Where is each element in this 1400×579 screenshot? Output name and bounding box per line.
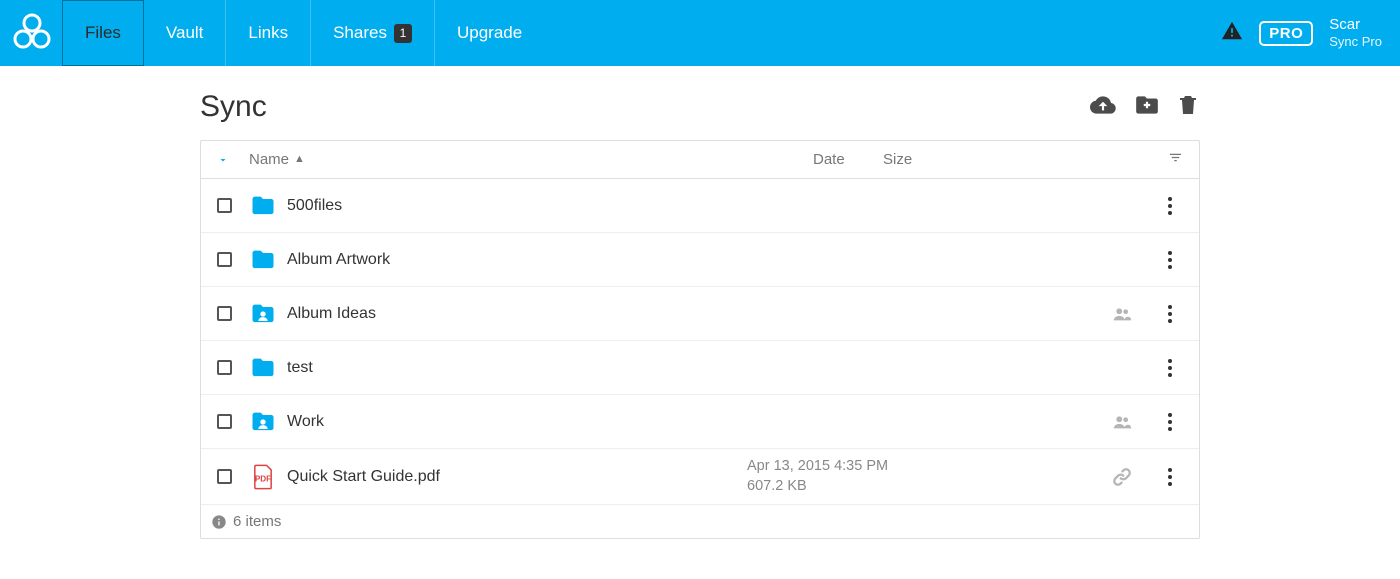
row-menu-button[interactable] — [1157, 358, 1183, 378]
file-name[interactable]: Album Ideas — [287, 305, 747, 323]
kebab-icon — [1167, 467, 1173, 487]
kebab-icon — [1167, 358, 1173, 378]
file-name[interactable]: Album Artwork — [287, 251, 747, 269]
row-checkbox — [217, 252, 249, 267]
row-indicator — [1087, 303, 1157, 325]
folder-icon — [249, 192, 287, 220]
column-name-label: Name — [249, 151, 289, 168]
filter-icon — [1168, 150, 1183, 165]
row-menu-button[interactable] — [1157, 467, 1183, 487]
page-actions — [1088, 92, 1200, 122]
pdf-icon — [249, 463, 287, 491]
shared-folder-icon — [249, 300, 287, 328]
row-menu-button[interactable] — [1157, 412, 1183, 432]
row-checkbox — [217, 414, 249, 429]
sync-logo-icon — [8, 9, 56, 57]
row-checkbox — [217, 469, 249, 484]
checkbox[interactable] — [217, 360, 232, 375]
file-name[interactable]: Quick Start Guide.pdf — [287, 468, 747, 486]
table-body: 500files Album Artwork Album Ideas test Work… — [201, 179, 1199, 505]
caret-down-icon — [217, 154, 229, 166]
new-folder-button[interactable] — [1132, 92, 1162, 122]
kebab-icon — [1167, 412, 1173, 432]
nav-shares-badge: 1 — [394, 24, 412, 43]
file-name[interactable]: 500files — [287, 197, 747, 215]
checkbox[interactable] — [217, 198, 232, 213]
topbar-right: PRO Scar Sync Pro — [1221, 16, 1382, 50]
row-indicator — [1087, 411, 1157, 433]
content: Sync N — [200, 66, 1200, 579]
row-indicator — [1087, 466, 1157, 488]
table-row: 500files — [201, 179, 1199, 233]
nav-upgrade-label: Upgrade — [457, 23, 522, 43]
topbar: Files Vault Links Shares 1 Upgrade PRO S… — [0, 0, 1400, 66]
column-name[interactable]: Name ▲ — [249, 151, 813, 168]
table-row: Album Artwork — [201, 233, 1199, 287]
cloud-upload-icon — [1088, 92, 1118, 118]
row-menu-button[interactable] — [1157, 196, 1183, 216]
trash-icon — [1176, 92, 1200, 118]
table-row: Work — [201, 395, 1199, 449]
shared-folder-icon — [249, 408, 287, 436]
user-name: Scar — [1329, 16, 1382, 34]
table-row: Album Ideas — [201, 287, 1199, 341]
nav-vault-label: Vault — [166, 23, 204, 43]
app-logo[interactable] — [8, 9, 56, 57]
file-date: Apr 13, 2015 4:35 PM — [747, 457, 1087, 477]
row-menu-button[interactable] — [1157, 250, 1183, 270]
row-checkbox — [217, 198, 249, 213]
checkbox[interactable] — [217, 414, 232, 429]
select-all-toggle[interactable] — [217, 154, 249, 166]
table-header: Name ▲ Date Size — [201, 141, 1199, 179]
nav-files[interactable]: Files — [62, 0, 144, 66]
info-icon — [211, 514, 227, 530]
column-date[interactable]: Date — [813, 151, 883, 168]
kebab-icon — [1167, 304, 1173, 324]
row-menu-button[interactable] — [1157, 304, 1183, 324]
table-row: test — [201, 341, 1199, 395]
sort-asc-icon: ▲ — [294, 153, 305, 165]
file-size: 607.2 KB — [747, 477, 1087, 497]
checkbox[interactable] — [217, 469, 232, 484]
user-plan: Sync Pro — [1329, 34, 1382, 50]
people-icon — [1108, 303, 1136, 325]
table-row: Quick Start Guide.pdfApr 13, 2015 4:35 P… — [201, 449, 1199, 505]
file-meta: Apr 13, 2015 4:35 PM607.2 KB — [747, 457, 1087, 496]
page-title: Sync — [200, 90, 267, 124]
nav-vault[interactable]: Vault — [144, 0, 227, 66]
kebab-icon — [1167, 196, 1173, 216]
row-checkbox — [217, 306, 249, 321]
file-name[interactable]: test — [287, 359, 747, 377]
filter-button[interactable] — [1168, 150, 1183, 169]
nav-shares-label: Shares — [333, 23, 387, 43]
page-header: Sync — [200, 84, 1200, 140]
warning-icon[interactable] — [1221, 20, 1243, 46]
item-count: 6 items — [233, 513, 281, 530]
nav-files-label: Files — [85, 23, 121, 43]
link-icon — [1108, 466, 1136, 488]
upload-button[interactable] — [1088, 92, 1118, 122]
user-menu[interactable]: Scar Sync Pro — [1329, 16, 1382, 50]
table-footer: 6 items — [201, 505, 1199, 538]
nav-links[interactable]: Links — [226, 0, 311, 66]
nav-upgrade[interactable]: Upgrade — [435, 0, 544, 66]
file-name[interactable]: Work — [287, 413, 747, 431]
folder-plus-icon — [1132, 92, 1162, 118]
kebab-icon — [1167, 250, 1173, 270]
file-table: Name ▲ Date Size 500files Album Artwork Al… — [200, 140, 1200, 539]
folder-icon — [249, 354, 287, 382]
pro-badge[interactable]: PRO — [1259, 21, 1313, 46]
column-size[interactable]: Size — [883, 151, 1183, 168]
row-checkbox — [217, 360, 249, 375]
people-icon — [1108, 411, 1136, 433]
trash-button[interactable] — [1176, 92, 1200, 122]
folder-icon — [249, 246, 287, 274]
checkbox[interactable] — [217, 306, 232, 321]
primary-nav: Files Vault Links Shares 1 Upgrade — [62, 0, 544, 66]
nav-links-label: Links — [248, 23, 288, 43]
checkbox[interactable] — [217, 252, 232, 267]
nav-shares[interactable]: Shares 1 — [311, 0, 435, 66]
